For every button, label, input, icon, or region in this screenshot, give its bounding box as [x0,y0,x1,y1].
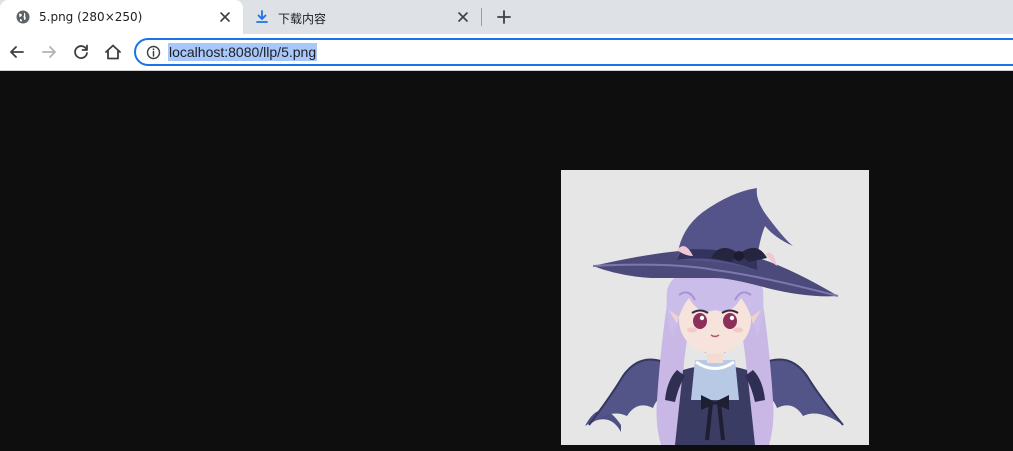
tab-image[interactable]: 5.png (280×250) [0,0,243,34]
forward-arrow-icon[interactable] [38,41,60,63]
url-text[interactable]: localhost:8080/llp/5.png [168,43,318,61]
witch-girl-illustration [561,170,869,445]
reload-icon[interactable] [70,41,92,63]
close-icon[interactable] [217,9,233,25]
tab-downloads[interactable]: 下载内容 [243,0,481,34]
new-tab-plus-icon[interactable] [493,6,515,28]
address-bar[interactable]: localhost:8080/llp/5.png [134,38,1013,66]
info-icon[interactable] [146,45,161,60]
tab-strip: 5.png (280×250) 下载内容 [0,0,1013,34]
browser-toolbar: localhost:8080/llp/5.png [0,34,1013,71]
tab-title: 5.png (280×250) [39,10,143,24]
displayed-image[interactable] [561,170,869,445]
page-viewport [0,71,1013,451]
tab-separator [481,8,482,26]
globe-icon [16,10,30,24]
tab-title: 下载内容 [278,12,327,26]
home-icon[interactable] [102,41,124,63]
back-arrow-icon[interactable] [6,41,28,63]
close-icon[interactable] [455,9,471,25]
download-icon [256,10,268,23]
